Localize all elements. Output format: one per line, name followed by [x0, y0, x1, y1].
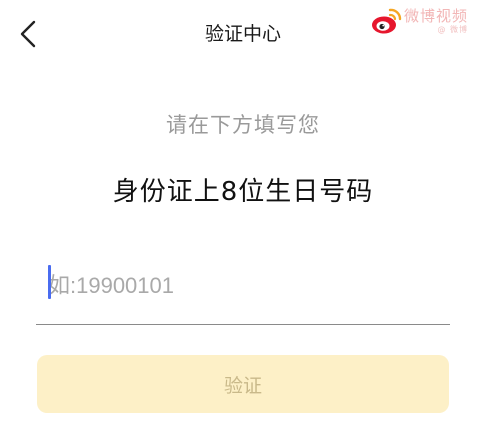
- watermark-text: 微博视频 @ 微博: [404, 7, 468, 35]
- weibo-logo-icon: [372, 8, 402, 34]
- birthday-field: [36, 262, 450, 325]
- weibo-watermark: 微博视频 @ 微博: [370, 4, 482, 38]
- instruction-text: 请在下方填写您: [166, 113, 320, 137]
- text-cursor: [48, 265, 51, 299]
- watermark-sub-text: @ 微博: [437, 25, 469, 34]
- watermark-main-text: 微博视频: [404, 7, 469, 25]
- nav-bar: 验证中心 微博视频 @ 微博: [0, 0, 486, 68]
- birthday-input[interactable]: [48, 266, 438, 306]
- verification-screen: 验证中心 微博视频 @ 微博 请在下方填写您 身份证上8位生日号码 验证: [0, 0, 486, 445]
- verify-button[interactable]: 验证: [37, 355, 449, 413]
- instruction-heading: 身份证上8位生日号码: [112, 177, 374, 207]
